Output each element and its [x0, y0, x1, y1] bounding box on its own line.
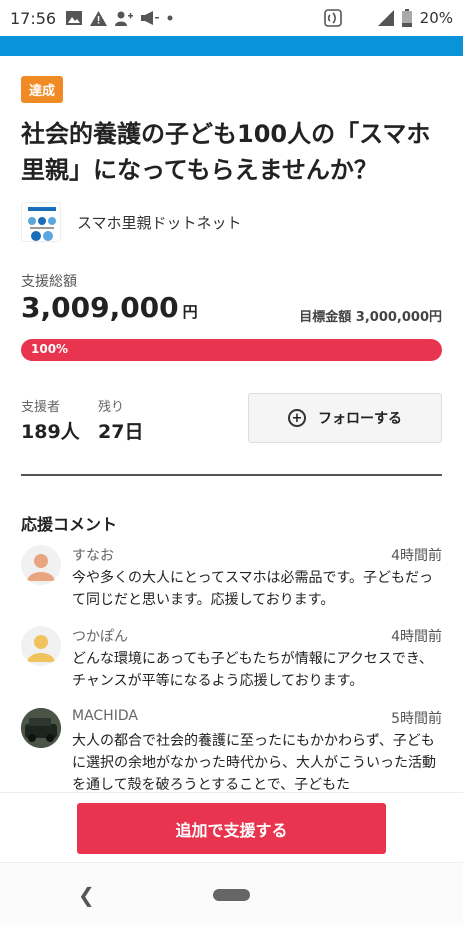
battery-percent: 20% [419, 9, 453, 27]
comment-item: すなお 4時間前 今や多くの大人にとってスマホは必需品です。子どもだって同じだと… [21, 545, 442, 617]
comment-time: 4時間前 [391, 548, 442, 564]
avatar [21, 626, 61, 666]
system-icons: 20% [323, 9, 453, 27]
amount-value: 3,009,000 [21, 291, 179, 324]
comment-text: どんな環境にあっても子どもたちが情報にアクセスでき、チャンスが平等になるよう応援… [72, 651, 433, 689]
section-divider [21, 474, 442, 476]
clock: 17:56 [10, 8, 57, 28]
comment-text: 大人の都合で社会的養護に至ったにもかかわらず、子どもに選択の余地がなかった時代か… [72, 733, 436, 792]
add-person-icon [115, 11, 134, 26]
avatar [21, 545, 61, 585]
megaphone-icon [141, 11, 160, 25]
comment-item: つかぽん 4時間前 どんな環境にあっても子どもたちが情報にアクセスでき、チャンス… [21, 626, 442, 698]
notification-icons [66, 10, 173, 26]
avatar-photo [21, 708, 61, 748]
remaining-value: 27日 [98, 421, 144, 443]
comments-section-title: 応援コメント [21, 515, 118, 534]
image-icon [66, 11, 83, 25]
nfc-icon [323, 9, 342, 27]
battery-icon [401, 9, 412, 27]
warning-icon [90, 10, 108, 26]
cell-signal-icon [377, 10, 394, 26]
follow-button[interactable]: + フォローする [248, 393, 442, 443]
wifi-icon [349, 10, 370, 26]
total-label: 支援総額 [21, 274, 77, 290]
bottom-action-bar: 追加で支援する [0, 792, 463, 862]
comment-time: 4時間前 [391, 629, 442, 645]
progress-fill [21, 339, 442, 361]
comment-time: 5時間前 [391, 711, 442, 727]
remaining-label: 残り [98, 400, 125, 415]
status-bar: 17:56 20% [0, 0, 463, 36]
commenter-name: MACHIDA [72, 708, 138, 724]
comment-text: 今や多くの大人にとってスマホは必需品です。子どもだって同じだと思います。応援して… [72, 570, 434, 608]
home-pill-icon[interactable] [213, 889, 250, 901]
progress-bar: 100% [21, 339, 442, 361]
goal-amount: 目標金額 3,000,000円 [299, 310, 442, 325]
organization-name[interactable]: スマホ里親ドットネット [77, 212, 242, 233]
achieved-badge: 達成 [21, 76, 64, 103]
project-title: 社会的養護の子ども100人の「スマホ里親」になってもらえませんか？ [21, 120, 431, 184]
supporters-value: 189人 [21, 421, 80, 443]
top-accent-bar [0, 36, 463, 56]
dot-icon [167, 15, 173, 21]
commenter-name: すなお [72, 548, 114, 564]
plus-circle-icon: + [288, 409, 306, 427]
total-amount: 3,009,000 円 [21, 291, 198, 324]
support-again-button[interactable]: 追加で支援する [77, 803, 386, 854]
organization-logo [21, 202, 61, 242]
back-icon[interactable]: ❮ [78, 883, 95, 907]
follow-label: フォローする [318, 411, 402, 427]
progress-percent: 100% [31, 342, 69, 356]
currency-label: 円 [182, 303, 198, 321]
comment-item: MACHIDA 5時間前 大人の都合で社会的養護に至ったにもかかわらず、子どもに… [21, 708, 442, 792]
organization[interactable]: スマホ里親ドットネット [21, 202, 242, 242]
system-nav-bar: ❮ [0, 862, 463, 925]
supporters-label: 支援者 [21, 400, 61, 415]
commenter-name: つかぽん [72, 629, 128, 645]
